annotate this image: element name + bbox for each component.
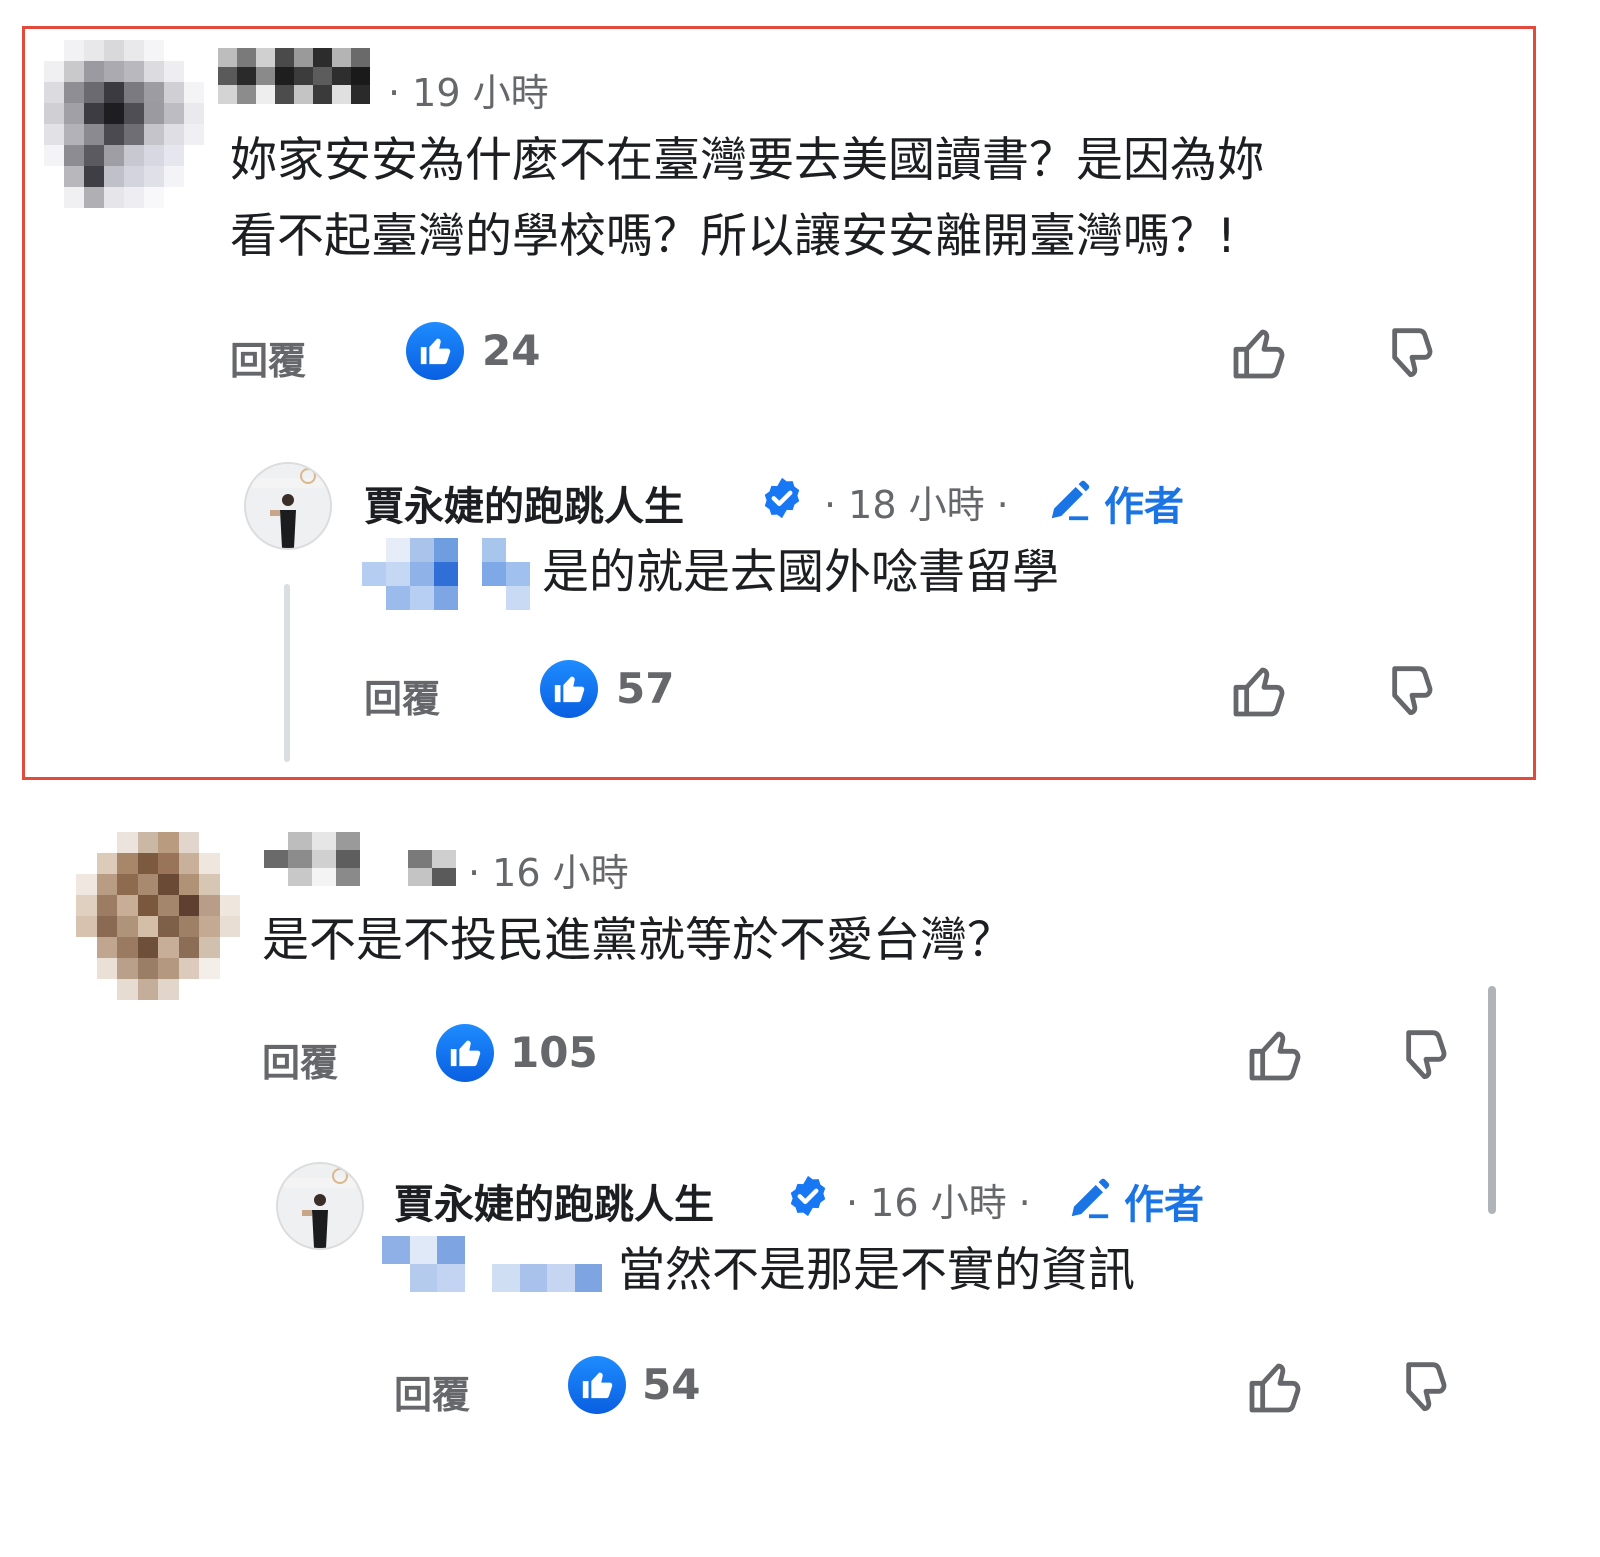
reply-button-1-1[interactable]: 回覆 [364,668,440,723]
reply-button-2-1[interactable]: 回覆 [394,1364,470,1419]
reply-text-2: 當然不是那是不實的資訊 [618,1243,1135,1298]
comment-text-1-line-2: 看不起臺灣的學校嗎？所以讓安安離開臺灣嗎？! [230,209,1236,264]
like-count-1-1: 57 [616,664,675,713]
commenter-name-1[interactable] [218,48,370,104]
commenter-avatar-2[interactable] [76,832,240,1000]
verified-badge-icon [764,477,800,519]
commenter-name-2[interactable] [264,832,456,886]
verified-badge-icon [790,1175,826,1217]
thumbs-down-icon[interactable] [1376,320,1440,384]
like-count-2: 105 [510,1028,598,1077]
commenter-avatar-1[interactable] [44,40,204,208]
like-count-2-1: 54 [642,1360,701,1409]
thumbs-down-icon[interactable] [1376,658,1440,722]
author-tag-2: 作者 [1124,1182,1204,1228]
pencil-icon [1071,1178,1110,1219]
reply-text-1: 是的就是去國外唸書留學 [542,545,1059,600]
like-count-1: 24 [482,326,541,375]
reply-time-2: · 16 小時 · [846,1181,1031,1225]
scrollbar[interactable] [1488,986,1496,1214]
thumbs-up-icon[interactable] [1228,320,1292,384]
like-thumb-icon [436,1024,494,1082]
comment-time-1: · 19 小時 [388,71,549,115]
pencil-icon [1051,480,1090,521]
thread-line [284,584,290,762]
thumbs-down-icon[interactable] [1390,1022,1454,1086]
like-thumb-icon [568,1356,626,1414]
thumbs-up-icon[interactable] [1228,658,1292,722]
like-thumb-icon [406,322,464,380]
reply-time-1: · 18 小時 · [824,483,1009,527]
comment-time-2: · 16 小時 [468,851,629,895]
reply-button-1[interactable]: 回覆 [230,330,306,385]
reply-button-2[interactable]: 回覆 [262,1032,338,1087]
thumbs-up-icon[interactable] [1244,1354,1308,1418]
mention-tag-1[interactable] [362,538,530,610]
author-avatar[interactable] [244,462,332,550]
reply-author-name-2[interactable]: 賈永婕的跑跳人生 [394,1172,714,1230]
author-tag-1: 作者 [1104,484,1184,530]
reply-author-name-1[interactable]: 賈永婕的跑跳人生 [364,474,684,532]
author-avatar[interactable] [276,1162,364,1250]
thumbs-down-icon[interactable] [1390,1354,1454,1418]
like-thumb-icon [540,660,598,718]
comment-text-1-line-1: 妳家安安為什麼不在臺灣要去美國讀書？是因為妳 [230,133,1264,188]
thumbs-up-icon[interactable] [1244,1022,1308,1086]
mention-tag-2[interactable] [382,1236,602,1292]
comment-text-2: 是不是不投民進黨就等於不愛台灣？ [262,913,1014,968]
